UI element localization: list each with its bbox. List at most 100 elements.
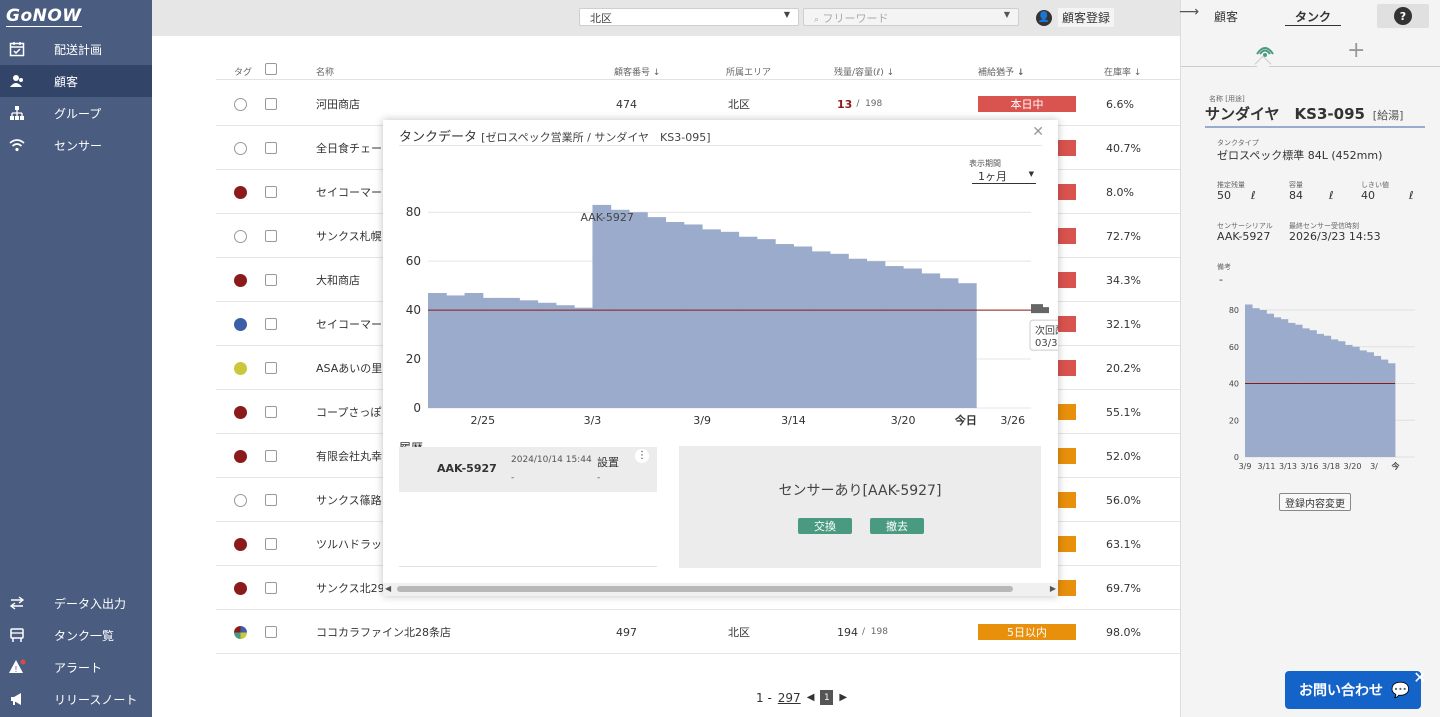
search-input[interactable]: ⌕ フリーワード ▼	[803, 8, 1019, 26]
horizontal-scrollbar[interactable]: ◀ ▶	[383, 583, 1058, 596]
scrollbar-thumb[interactable]	[397, 586, 1013, 592]
tag-indicator[interactable]	[234, 434, 247, 478]
sidebar-item-data-io[interactable]: データ入出力	[0, 587, 152, 619]
customer-name[interactable]: サンクス篠路	[316, 478, 382, 522]
pager-total[interactable]: 297	[778, 691, 801, 705]
search-placeholder: フリーワード	[822, 12, 889, 25]
sidebar-item-groups[interactable]: グループ	[0, 97, 152, 129]
tag-indicator[interactable]	[234, 390, 247, 434]
customer-name[interactable]: サンクス札幌	[316, 214, 382, 258]
data-bar	[720, 231, 740, 408]
next-page-icon[interactable]: ▶	[839, 692, 847, 703]
top-bar: 北区 ▼ ⌕ フリーワード ▼ 👤 顧客登録	[152, 0, 1180, 36]
row-checkbox[interactable]	[265, 126, 277, 170]
contact-label: お問い合わせ	[1299, 683, 1383, 699]
prev-page-icon[interactable]: ◀	[807, 692, 815, 703]
help-button[interactable]: ?	[1377, 4, 1429, 28]
header-deadline[interactable]: 補給猶予 ↓	[978, 65, 1024, 78]
modal-title: タンクデータ [ゼロスペック営業所 / サンダイヤ KS3-095]	[399, 126, 711, 145]
row-checkbox[interactable]	[265, 390, 277, 434]
alert-icon: !	[8, 658, 26, 676]
tag-indicator[interactable]	[234, 522, 247, 566]
tag-indicator[interactable]	[234, 346, 247, 390]
arrow-icon[interactable]: ⟶	[1179, 4, 1199, 20]
add-tank-icon[interactable]: +	[1347, 38, 1365, 63]
close-icon[interactable]: ✕	[1410, 668, 1430, 688]
edit-registration-button[interactable]: 登録内容変更	[1279, 493, 1351, 511]
period-select[interactable]: 1ヶ月 ▼	[972, 168, 1036, 184]
mini-x-tick-label: 3/18	[1322, 462, 1340, 471]
remove-button[interactable]: 撤去	[870, 518, 924, 534]
tab-tank[interactable]: タンク	[1285, 8, 1342, 26]
sidebar-item-delivery-plan[interactable]: 配送計画	[0, 33, 152, 65]
tag-indicator[interactable]	[234, 478, 247, 522]
row-checkbox[interactable]	[265, 258, 277, 302]
contact-button[interactable]: お問い合わせ 💬	[1285, 671, 1421, 709]
sidebar-item-tank-list[interactable]: タンク一覧	[0, 619, 152, 651]
tag-indicator[interactable]	[234, 258, 247, 302]
area-select[interactable]: 北区 ▼	[579, 8, 799, 26]
more-options-icon[interactable]: ⋮	[635, 449, 649, 463]
data-bar	[921, 273, 941, 408]
sidebar-item-release-notes[interactable]: リリースノート	[0, 683, 152, 715]
chat-icon: 💬	[1391, 681, 1410, 699]
row-checkbox[interactable]	[265, 302, 277, 346]
customer-name[interactable]: 全日食チェー	[316, 126, 382, 170]
replace-button[interactable]: 交換	[798, 518, 852, 534]
tag-indicator[interactable]	[234, 610, 247, 654]
scroll-left-icon[interactable]: ◀	[385, 584, 391, 593]
customer-name[interactable]: 河田商店	[316, 82, 360, 126]
tag-indicator[interactable]	[234, 82, 247, 126]
deadline-badge: 5日以内	[978, 624, 1076, 640]
customer-name[interactable]: サンクス北29	[316, 566, 385, 610]
header-remaining[interactable]: 残量/容量(ℓ) ↓	[834, 65, 894, 78]
row-checkbox[interactable]	[265, 170, 277, 214]
app-logo[interactable]: GoNOW	[0, 0, 152, 32]
customer-name[interactable]: 大和商店	[316, 258, 360, 302]
history-row[interactable]: AAK-5927 2024/10/14 15:44 - 設置 - ⋮	[399, 447, 657, 492]
customer-name[interactable]: ココカラファイン北28条店	[316, 610, 451, 654]
customer-name[interactable]: ASAあいの里	[316, 346, 382, 390]
mini-y-tick-label: 20	[1229, 416, 1239, 425]
close-icon[interactable]: ✕	[1032, 124, 1044, 140]
register-customer-button[interactable]: 👤 顧客登録	[1036, 8, 1115, 27]
header-area[interactable]: 所属エリア	[726, 65, 771, 78]
row-checkbox[interactable]	[265, 610, 277, 654]
tag-indicator[interactable]	[234, 566, 247, 610]
data-bar	[775, 244, 794, 408]
scroll-right-icon[interactable]: ▶	[1050, 584, 1056, 593]
row-checkbox[interactable]	[265, 566, 277, 610]
row-checkbox[interactable]	[265, 522, 277, 566]
tag-indicator[interactable]	[234, 170, 247, 214]
header-number[interactable]: 顧客番号 ↓	[614, 65, 660, 78]
sidebar-item-alerts[interactable]: ! アラート	[0, 651, 152, 683]
next-delivery-date: 03/30	[1035, 338, 1058, 349]
customer-name[interactable]: セイコーマー	[316, 170, 382, 214]
customer-name[interactable]: コープさっぽ	[316, 390, 381, 434]
row-checkbox[interactable]	[265, 82, 277, 126]
row-checkbox[interactable]	[265, 346, 277, 390]
select-all-checkbox[interactable]	[265, 63, 277, 78]
chevron-down-icon: ▼	[1003, 10, 1010, 19]
row-checkbox[interactable]	[265, 214, 277, 258]
row-checkbox[interactable]	[265, 478, 277, 522]
current-page[interactable]: 1	[820, 690, 834, 705]
sidebar-item-customers[interactable]: 顧客	[0, 65, 152, 97]
header-name[interactable]: 名称	[316, 65, 334, 78]
table-row[interactable]: ココカラファイン北28条店 497 北区 194/ 198 5日以内 98.0%	[216, 610, 1180, 654]
threshold-unit: ℓ	[1409, 189, 1414, 202]
pager-prefix: 1 -	[756, 690, 772, 705]
tag-indicator[interactable]	[234, 302, 247, 346]
stock-rate: 56.0%	[1106, 493, 1141, 507]
customer-name[interactable]: セイコーマー	[316, 302, 382, 346]
customer-name[interactable]: 有限会社丸幸	[316, 434, 382, 478]
tag-indicator[interactable]	[234, 214, 247, 258]
tank-type-value: ゼロスペック標準 84L (452mm)	[1217, 149, 1383, 162]
users-icon	[8, 72, 26, 90]
header-rate[interactable]: 在庫率 ↓	[1104, 65, 1141, 78]
row-checkbox[interactable]	[265, 434, 277, 478]
tab-customer[interactable]: 顧客	[1214, 8, 1238, 25]
customer-name[interactable]: ツルハドラッ	[316, 522, 382, 566]
tag-indicator[interactable]	[234, 126, 247, 170]
sidebar-item-sensors[interactable]: センサー	[0, 129, 152, 161]
